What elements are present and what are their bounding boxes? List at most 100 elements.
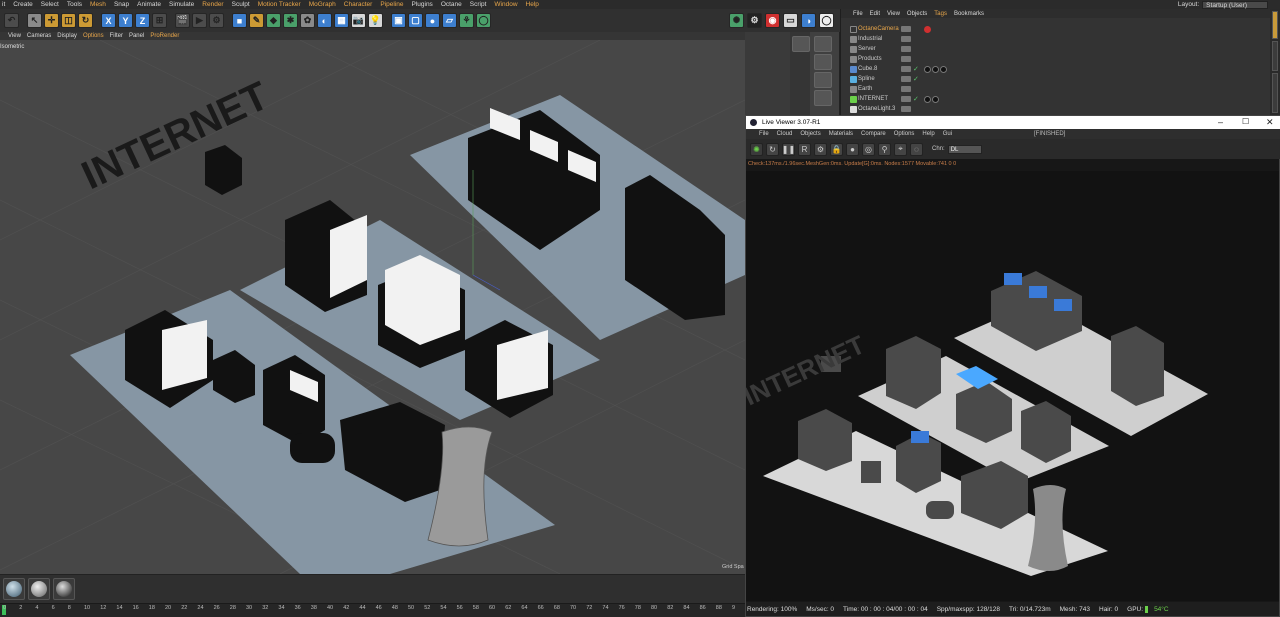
object-row[interactable]: OctaneCamera	[841, 24, 1271, 34]
render-view-icon[interactable]: 🎬	[175, 13, 190, 28]
lock-icon[interactable]: 🔒	[830, 142, 843, 156]
lv-menu-options[interactable]: Options	[894, 131, 915, 137]
rotate-icon[interactable]: ↻	[78, 13, 93, 28]
menu-item-pipeline[interactable]: Pipeline	[380, 1, 403, 8]
om-menu-bookmarks[interactable]: Bookmarks	[954, 11, 984, 17]
side-tab-takes[interactable]	[1272, 41, 1278, 71]
lv-menu-gui[interactable]: Gui	[943, 131, 952, 137]
maximize-icon[interactable]: ☐	[1242, 117, 1249, 126]
channel-dropdown[interactable]: DL	[947, 144, 982, 154]
lv-menu-file[interactable]: File	[759, 131, 769, 137]
material-swatch-2[interactable]	[28, 578, 50, 600]
object-row[interactable]: Cube.8 ✓	[841, 64, 1271, 74]
focus-picker-icon[interactable]: ◎	[862, 142, 875, 156]
field-icon[interactable]: ◐	[317, 13, 332, 28]
menu-item-sculpt[interactable]: Sculpt	[232, 1, 250, 8]
octane-settings-icon[interactable]: ⚙	[747, 13, 762, 28]
pin-icon[interactable]: ⚲	[878, 142, 891, 156]
object-row[interactable]: Spline ✓	[841, 74, 1271, 84]
octane-logo-icon[interactable]: ✺	[729, 13, 744, 28]
viewport-menu-panel[interactable]: Panel	[129, 33, 144, 39]
x-axis-icon[interactable]: X	[101, 13, 116, 28]
region-render-icon[interactable]: R	[798, 142, 811, 156]
visibility-dots-icon[interactable]	[901, 96, 911, 102]
octane-tag-icon[interactable]: ◯	[819, 13, 834, 28]
object-row[interactable]: Earth	[841, 84, 1271, 94]
y-axis-icon[interactable]: Y	[118, 13, 133, 28]
select-arrow-icon[interactable]: ↖	[27, 13, 42, 28]
light-icon[interactable]: 💡	[368, 13, 383, 28]
om-menu-view[interactable]: View	[887, 11, 900, 17]
octane-light-icon[interactable]: ◯	[476, 13, 491, 28]
checkmark-icon[interactable]: ✓	[913, 75, 919, 83]
octane-env-icon[interactable]: ◑	[801, 13, 816, 28]
checkmark-icon[interactable]: ✓	[913, 95, 919, 103]
menu-item-script[interactable]: Script	[470, 1, 487, 8]
palette-button-1[interactable]	[792, 36, 810, 52]
object-row[interactable]: Server	[841, 44, 1271, 54]
undo-icon[interactable]: ↶	[4, 13, 19, 28]
coordinate-system-icon[interactable]: ⊞	[152, 13, 167, 28]
camera-icon[interactable]: 📷	[351, 13, 366, 28]
array-icon[interactable]: ✱	[283, 13, 298, 28]
octane-material-icon[interactable]: ▭	[783, 13, 798, 28]
pause-icon[interactable]: ❚❚	[782, 142, 795, 156]
octane-logo-icon[interactable]: ✺	[750, 142, 763, 156]
lv-menu-help[interactable]: Help	[922, 131, 934, 137]
visibility-dots-icon[interactable]	[901, 76, 911, 82]
visibility-dots-icon[interactable]	[901, 56, 911, 62]
menu-item-plugins[interactable]: Plugins	[411, 1, 432, 8]
render-canvas[interactable]: INTERNET	[746, 171, 1279, 601]
om-menu-objects[interactable]: Objects	[907, 11, 927, 17]
side-tab-content-browser[interactable]	[1272, 73, 1278, 113]
palette-button-2[interactable]	[814, 36, 832, 52]
side-tab-objects[interactable]	[1272, 11, 1278, 39]
3d-viewport[interactable]: INTERNET Isometric Grid Spa	[0, 40, 745, 574]
cube-icon[interactable]: ■	[232, 13, 247, 28]
object-row[interactable]: Industrial	[841, 34, 1271, 44]
object-row[interactable]: Products	[841, 54, 1271, 64]
move-icon[interactable]: ✛	[44, 13, 59, 28]
viewport-menu-view[interactable]: View	[8, 33, 21, 39]
timeline[interactable]: 0 2 4 6 8 10 12 14 16 18 20 22 24 26 28 30 32 34 36 38 40 42 4…	[0, 603, 745, 617]
menu-item-mograph[interactable]: MoGraph	[309, 1, 336, 8]
menu-item-render[interactable]: Render	[202, 1, 223, 8]
settings-gear-icon[interactable]: ⚙	[814, 142, 827, 156]
layout-dropdown[interactable]: Startup (User)	[1202, 0, 1268, 9]
menu-item-help[interactable]: Help	[526, 1, 539, 8]
material-ball-icon[interactable]: ●	[846, 142, 859, 156]
octane-scatter-icon[interactable]: ⚘	[459, 13, 474, 28]
white-balance-icon[interactable]: ◌	[910, 142, 923, 156]
visibility-dots-icon[interactable]	[901, 46, 911, 52]
visibility-dots-icon[interactable]	[901, 66, 911, 72]
visibility-dots-icon[interactable]	[901, 36, 911, 42]
menu-item-snap[interactable]: Snap	[114, 1, 129, 8]
om-menu-tags[interactable]: Tags	[934, 11, 947, 17]
subdivision-icon[interactable]: ◆	[266, 13, 281, 28]
visibility-dots-icon[interactable]	[901, 86, 911, 92]
checkmark-icon[interactable]: ✓	[913, 65, 919, 73]
restart-render-icon[interactable]: ↻	[766, 142, 779, 156]
om-menu-edit[interactable]: Edit	[870, 11, 880, 17]
object-row[interactable]: OctaneLight.3	[841, 104, 1271, 114]
z-axis-icon[interactable]: Z	[135, 13, 150, 28]
lv-menu-compare[interactable]: Compare	[861, 131, 886, 137]
octane-sphere-icon[interactable]: ●	[425, 13, 440, 28]
octane-cube-icon[interactable]: ▣	[391, 13, 406, 28]
menu-item-octane[interactable]: Octane	[441, 1, 462, 8]
viewport-menu-prorender[interactable]: ProRender	[150, 33, 179, 39]
octane-plane-icon[interactable]: ▱	[442, 13, 457, 28]
palette-button-4[interactable]	[814, 72, 832, 88]
viewport-menu-display[interactable]: Display	[57, 33, 77, 39]
pick-icon[interactable]: ⌖	[894, 142, 907, 156]
octane-render-icon[interactable]: ◉	[765, 13, 780, 28]
menu-item-window[interactable]: Window	[494, 1, 517, 8]
lv-menu-cloud[interactable]: Cloud	[777, 131, 793, 137]
scale-icon[interactable]: ◫	[61, 13, 76, 28]
menu-item-character[interactable]: Character	[344, 1, 373, 8]
lv-menu-materials[interactable]: Materials	[829, 131, 853, 137]
visibility-dots-icon[interactable]	[901, 106, 911, 112]
palette-button-5[interactable]	[814, 90, 832, 106]
material-swatch-1[interactable]	[3, 578, 25, 600]
viewport-menu-filter[interactable]: Filter	[110, 33, 123, 39]
